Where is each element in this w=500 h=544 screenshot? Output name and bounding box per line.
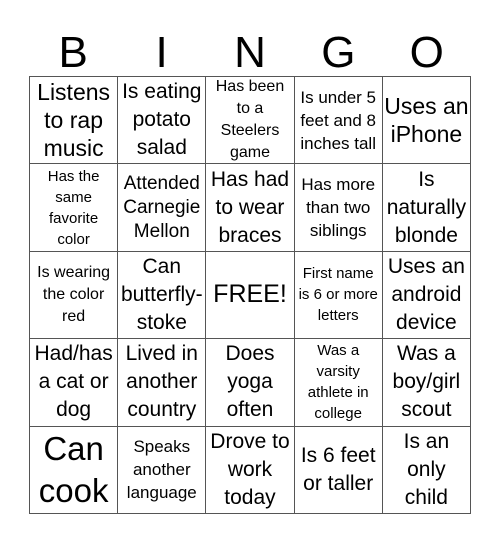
- cell-text: Has had to wear braces: [210, 167, 290, 247]
- cell-text: Has been to a Steelers game: [215, 78, 285, 162]
- cell-text: Uses an iPhone: [384, 93, 469, 148]
- bingo-cell[interactable]: Has more than two siblings: [294, 164, 383, 252]
- cell-text: Uses an android device: [387, 254, 465, 334]
- bingo-cell[interactable]: Is under 5 feet and 8 inches tall: [294, 77, 383, 165]
- cell-text: Is an only child: [403, 429, 450, 509]
- bingo-cell[interactable]: Has the same favorite color: [30, 164, 119, 252]
- header-letter-i: I: [155, 28, 168, 77]
- bingo-cell[interactable]: Listens to rap music: [30, 77, 119, 165]
- bingo-cell[interactable]: Uses an android device: [382, 251, 471, 340]
- bingo-cell[interactable]: Is 6 feet or taller: [294, 426, 383, 514]
- bingo-cell[interactable]: Is eating potato salad: [118, 77, 207, 165]
- cell-text: Is wearing the color red: [37, 263, 111, 325]
- free-space-cell[interactable]: FREE!: [206, 251, 295, 340]
- bingo-cell[interactable]: Has been to a Steelers game: [206, 77, 295, 165]
- free-space-text: FREE!: [213, 280, 287, 309]
- bingo-cell[interactable]: Has had to wear braces: [206, 164, 295, 252]
- cell-text: Is 6 feet or taller: [300, 443, 376, 495]
- bingo-cell[interactable]: Can butterfly-stoke: [118, 251, 207, 340]
- bingo-cell[interactable]: Had/has a cat or dog: [30, 339, 119, 427]
- bingo-cell[interactable]: Lived in another country: [118, 339, 207, 427]
- bingo-card-grid: Listens to rap music Is eating potato sa…: [29, 76, 471, 514]
- bingo-cell[interactable]: First name is 6 or more letters: [294, 251, 383, 340]
- bingo-cell[interactable]: Uses an iPhone: [382, 77, 471, 165]
- cell-text: Has the same favorite color: [47, 167, 100, 248]
- cell-text: Drove to work today: [210, 429, 290, 509]
- bingo-cell[interactable]: Speaks another language: [118, 426, 207, 514]
- cell-text: Can butterfly-stoke: [120, 254, 203, 334]
- header-letter-o: O: [409, 28, 444, 77]
- cell-text: Is naturally blonde: [386, 167, 467, 247]
- cell-text: Lived in another country: [125, 342, 198, 422]
- bingo-header: B I N G O: [29, 30, 471, 76]
- cell-text: Is eating potato salad: [122, 80, 202, 160]
- cell-text: Does yoga often: [225, 342, 275, 422]
- header-letter-n: N: [234, 28, 266, 77]
- cell-text: Was a boy/girl scout: [392, 342, 461, 422]
- cell-text: Speaks another language: [126, 437, 197, 503]
- cell-text: Was a varsity athlete in college: [307, 342, 369, 423]
- cell-text: Had/has a cat or dog: [34, 342, 113, 422]
- cell-text: Has more than two siblings: [301, 175, 376, 241]
- bingo-cell[interactable]: Is wearing the color red: [30, 251, 119, 340]
- cell-text: Attended Carnegie Mellon: [123, 172, 201, 242]
- header-letter-g: G: [321, 28, 356, 77]
- bingo-cell[interactable]: Was a varsity athlete in college: [294, 339, 383, 427]
- bingo-cell[interactable]: Was a boy/girl scout: [382, 339, 471, 427]
- cell-text: Can cook: [38, 429, 109, 509]
- bingo-cell[interactable]: Is an only child: [382, 426, 471, 514]
- bingo-cell[interactable]: Attended Carnegie Mellon: [118, 164, 207, 252]
- cell-text: First name is 6 or more letters: [298, 265, 378, 325]
- cell-text: Listens to rap music: [37, 79, 111, 162]
- bingo-cell[interactable]: Can cook: [30, 426, 119, 514]
- cell-text: Is under 5 feet and 8 inches tall: [300, 87, 376, 153]
- bingo-cell[interactable]: Drove to work today: [206, 426, 295, 514]
- bingo-cell[interactable]: Is naturally blonde: [382, 164, 471, 252]
- header-letter-b: B: [58, 28, 88, 77]
- bingo-cell[interactable]: Does yoga often: [206, 339, 295, 427]
